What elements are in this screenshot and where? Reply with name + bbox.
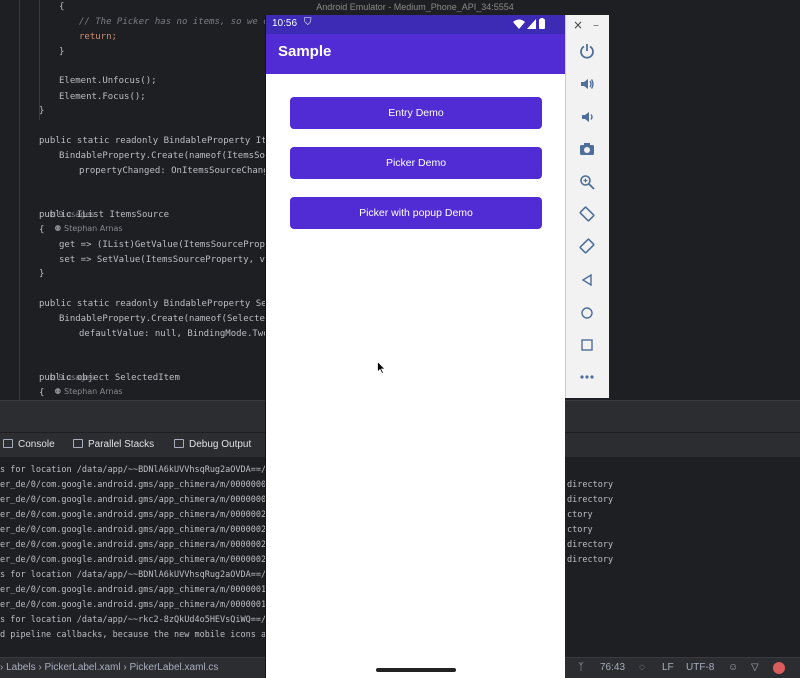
- shield-icon: ⛉: [304, 17, 312, 28]
- log-line: er_de/0/com.google.android.gms/app_chime…: [0, 555, 277, 565]
- log-line-tail: ctory: [567, 525, 593, 535]
- volume-down-icon[interactable]: [576, 106, 598, 128]
- code-line[interactable]: public IList ItemsSource: [39, 208, 169, 223]
- indent-guide: [39, 0, 40, 120]
- rotate-right-icon[interactable]: [576, 235, 598, 257]
- close-emulator-button[interactable]: ×: [573, 18, 583, 32]
- overview-icon[interactable]: [576, 334, 598, 356]
- code-line[interactable]: {: [59, 0, 64, 15]
- code-line[interactable]: public static readonly BindableProperty …: [39, 297, 288, 312]
- android-status-bar: 10:56 ⛉: [266, 15, 565, 34]
- log-line: er_de/0/com.google.android.gms/app_chime…: [0, 600, 277, 610]
- log-line: s for location /data/app/~~rkc2-8zQkUd4o…: [0, 615, 282, 625]
- code-line[interactable]: BindableProperty.Create(nameof(SelectedI…: [59, 312, 287, 327]
- log-line: d pipeline callbacks, because the new mo…: [0, 630, 277, 640]
- log-line-tail: directory: [567, 540, 614, 550]
- author-icon: ⚉: [49, 387, 64, 396]
- log-line: er_de/0/com.google.android.gms/app_chime…: [0, 540, 277, 550]
- emulator-window-title: Android Emulator - Medium_Phone_API_34:5…: [316, 2, 514, 12]
- readonly-toggle-icon[interactable]: ◌: [639, 661, 645, 675]
- emulator-screen[interactable]: 10:56 ⛉ Sample Entry Demo Picker Demo Pi…: [265, 15, 565, 678]
- code-line[interactable]: {: [39, 223, 44, 238]
- tab-console[interactable]: Console: [3, 437, 55, 453]
- home-icon[interactable]: [576, 302, 598, 324]
- log-line: er_de/0/com.google.android.gms/app_chime…: [0, 495, 277, 505]
- phone-clock: 10:56: [272, 18, 298, 29]
- code-line[interactable]: set => SetValue(ItemsSourceProperty, val…: [59, 253, 287, 268]
- log-line: s for location /data/app/~~BDNlA6kUVVhsq…: [0, 465, 282, 475]
- indent-guide: [19, 0, 20, 400]
- signal-icon: [527, 19, 536, 29]
- power-icon[interactable]: [576, 40, 598, 62]
- ai-assistant-icon[interactable]: ☺: [728, 661, 738, 675]
- author-icon: ⚉: [49, 224, 64, 233]
- breadcrumb-item[interactable]: PickerLabel.xaml.cs: [130, 662, 219, 673]
- log-line: er_de/0/com.google.android.gms/app_chime…: [0, 585, 277, 595]
- code-comment[interactable]: // The Picker has no items, so we don': [79, 15, 285, 30]
- emulator-toolbar: × –: [565, 15, 609, 398]
- code-line[interactable]: public object SelectedItem: [39, 371, 180, 386]
- breadcrumb-item[interactable]: Labels: [6, 662, 35, 673]
- file-encoding[interactable]: UTF-8: [686, 661, 714, 675]
- minimize-emulator-button[interactable]: –: [593, 18, 599, 32]
- more-icon[interactable]: [576, 366, 598, 388]
- tab-debug-output[interactable]: Debug Output: [174, 437, 251, 453]
- error-icon[interactable]: [773, 662, 785, 674]
- wifi-icon: [513, 19, 525, 29]
- battery-icon: [539, 18, 545, 29]
- code-line[interactable]: }: [39, 104, 44, 119]
- gesture-home-indicator[interactable]: [376, 668, 456, 672]
- line-ending[interactable]: LF: [662, 661, 674, 675]
- camera-icon[interactable]: [576, 138, 598, 160]
- code-vision-usages[interactable]: ⊡ 9 usages ⚉ Stephan Arnas: [39, 194, 122, 233]
- code-line[interactable]: {: [39, 386, 44, 401]
- log-line-tail: directory: [567, 495, 614, 505]
- tab-parallel-stacks[interactable]: Parallel Stacks: [73, 437, 154, 453]
- code-line[interactable]: return;: [79, 30, 117, 45]
- warning-icon[interactable]: ▽: [751, 661, 759, 675]
- rotate-left-icon[interactable]: [576, 203, 598, 225]
- breadcrumb: › Labels › PickerLabel.xaml › PickerLabe…: [0, 661, 218, 675]
- entry-demo-button[interactable]: Entry Demo: [290, 97, 542, 129]
- picker-popup-demo-button[interactable]: Picker with popup Demo: [290, 197, 542, 229]
- code-line[interactable]: public static readonly BindableProperty …: [39, 134, 288, 149]
- log-line: er_de/0/com.google.android.gms/app_chime…: [0, 525, 277, 535]
- code-line[interactable]: Element.Unfocus();: [59, 74, 157, 89]
- code-line[interactable]: defaultValue: null, BindingMode.TwoWay: [79, 327, 285, 342]
- vcs-icon[interactable]: ᛉ: [578, 661, 584, 675]
- app-title: Sample: [278, 43, 332, 60]
- zoom-icon[interactable]: [576, 171, 598, 193]
- code-vision-usages[interactable]: ⊡ 9 usages ⚉ Stephan Arnas: [39, 357, 122, 396]
- mouse-cursor-icon: [377, 361, 386, 374]
- code-line[interactable]: }: [39, 267, 44, 282]
- picker-demo-button[interactable]: Picker Demo: [290, 147, 542, 179]
- code-line[interactable]: get => (IList)GetValue(ItemsSourceProper…: [59, 238, 287, 253]
- volume-up-icon[interactable]: [576, 73, 598, 95]
- app-bar: Sample: [266, 34, 565, 74]
- log-line-tail: ctory: [567, 510, 593, 520]
- debug-output-icon: [174, 439, 184, 448]
- code-line[interactable]: }: [59, 45, 64, 60]
- log-line: er_de/0/com.google.android.gms/app_chime…: [0, 510, 277, 520]
- parallel-stacks-icon: [73, 439, 83, 448]
- log-line: s for location /data/app/~~BDNlA6kUVVhsq…: [0, 570, 282, 580]
- caret-position[interactable]: 76:43: [600, 661, 625, 675]
- log-line: er_de/0/com.google.android.gms/app_chime…: [0, 480, 277, 490]
- console-icon: [3, 439, 13, 448]
- code-line[interactable]: BindableProperty.Create(nameof(ItemsSour…: [59, 149, 287, 164]
- code-line[interactable]: propertyChanged: OnItemsSourceChanged): [79, 164, 285, 179]
- code-line[interactable]: Element.Focus();: [59, 90, 146, 105]
- log-line-tail: directory: [567, 480, 614, 490]
- back-icon[interactable]: [576, 269, 598, 291]
- log-line-tail: directory: [567, 555, 614, 565]
- breadcrumb-item[interactable]: PickerLabel.xaml: [44, 662, 120, 673]
